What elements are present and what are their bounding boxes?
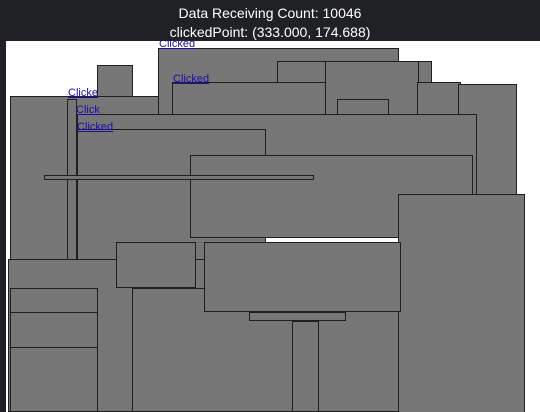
clicked-link[interactable]: Clicke [68,87,98,99]
canvas-rect[interactable] [292,321,319,412]
clicked-link[interactable]: Clicked [159,41,195,50]
data-receiving-count: Data Receiving Count: 10046 [178,5,362,21]
canvas-rect[interactable] [249,312,346,321]
status-header: Data Receiving Count: 10046 clickedPoint… [0,0,540,41]
canvas-rect[interactable] [116,242,196,288]
drawing-canvas[interactable]: Clicked Clicked Clicke Click Clicked [6,41,540,412]
canvas-rect[interactable] [44,175,314,180]
clicked-link[interactable]: Click [76,104,100,116]
clicked-link[interactable]: Clicked [173,73,209,85]
canvas-rect[interactable] [204,242,401,312]
canvas-rect[interactable] [398,194,525,412]
canvas-rect[interactable] [10,288,98,412]
clicked-link[interactable]: Clicked [77,121,113,133]
clicked-point-readout: clickedPoint: (333.000, 174.688) [169,24,371,40]
canvas-rect[interactable] [10,312,98,348]
